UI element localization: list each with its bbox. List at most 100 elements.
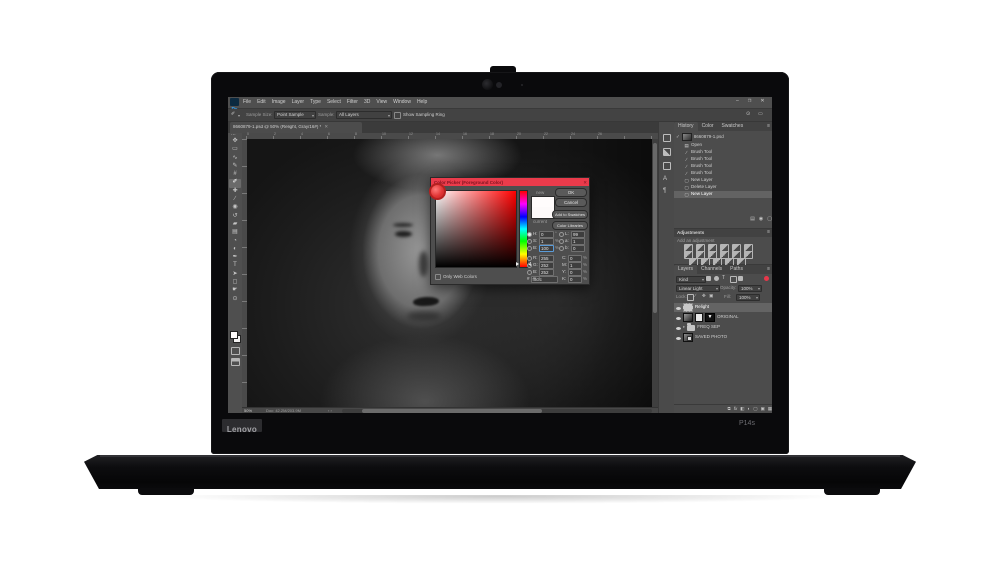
spot-healing-tool[interactable]: ✚ bbox=[232, 188, 237, 196]
only-web-colors-checkbox[interactable] bbox=[435, 274, 441, 280]
move-tool[interactable]: ✥ bbox=[232, 138, 237, 146]
document-tab[interactable]: 8660879-1.psd @ 50% (Relight, Gray/16#) … bbox=[230, 122, 362, 133]
blend-mode-dropdown[interactable]: Linear Light ▾ bbox=[676, 285, 720, 292]
tab-color[interactable]: Color bbox=[698, 122, 718, 131]
quick-selection-tool[interactable]: ✎ bbox=[232, 163, 237, 171]
delete-layer-icon[interactable]: ▦ bbox=[768, 407, 772, 412]
zoom-level[interactable]: 50% bbox=[244, 409, 252, 413]
dialog-close-icon[interactable]: ✕ bbox=[583, 180, 587, 186]
lock-pixels-icon[interactable]: ∕ bbox=[695, 294, 696, 299]
layer-row-original[interactable]: ▼ ORIGINAL bbox=[674, 313, 772, 322]
r-field[interactable]: 255 bbox=[539, 255, 554, 262]
cancel-button[interactable]: Cancel bbox=[555, 198, 587, 207]
new-adjustment-layer-icon[interactable]: ◐ bbox=[747, 407, 750, 412]
gradient-tool[interactable]: ▤ bbox=[232, 229, 238, 237]
layer-effects-icon[interactable]: fx bbox=[734, 407, 738, 412]
radio-s[interactable] bbox=[527, 239, 532, 244]
tab-swatches[interactable]: Swatches bbox=[718, 122, 748, 131]
tab-layers[interactable]: Layers bbox=[674, 265, 697, 274]
zoom-tool[interactable]: ⊙ bbox=[232, 296, 237, 304]
brush-tool[interactable]: ∕ bbox=[234, 196, 235, 204]
history-state-delete-layer[interactable]: ▢ Delete Layer bbox=[674, 184, 772, 191]
close-button[interactable]: ✕ bbox=[760, 99, 764, 104]
vertical-scrollbar-thumb[interactable] bbox=[653, 143, 657, 313]
k-field[interactable]: 0 bbox=[568, 276, 582, 283]
a-field[interactable]: 1 bbox=[571, 238, 585, 245]
hue-slider-marker-left[interactable] bbox=[516, 262, 519, 266]
menu-item-layer[interactable]: Layer bbox=[292, 100, 305, 105]
hex-field[interactable]: fffcfc bbox=[531, 276, 558, 283]
dock-paragraph-icon[interactable]: ¶ bbox=[663, 188, 666, 194]
filter-adjustment-layers-icon[interactable] bbox=[714, 276, 719, 281]
menu-item-view[interactable]: View bbox=[376, 100, 387, 105]
quick-mask-icon[interactable] bbox=[231, 347, 240, 355]
filter-type-layers-icon[interactable]: T bbox=[722, 276, 725, 281]
dock-info-icon[interactable] bbox=[663, 148, 671, 156]
type-tool[interactable]: T bbox=[233, 262, 237, 270]
group-expander-icon[interactable]: ▸ bbox=[683, 325, 685, 330]
menu-item-help[interactable]: Help bbox=[417, 100, 427, 105]
radio-b2[interactable] bbox=[527, 270, 532, 275]
sample-size-dropdown[interactable]: Point Sample ▾ bbox=[274, 111, 316, 119]
delete-state-icon[interactable]: ▢ bbox=[767, 217, 772, 222]
dock-brush-settings-icon[interactable] bbox=[663, 162, 671, 170]
blur-tool[interactable]: ◔ bbox=[233, 238, 237, 246]
menu-item-type[interactable]: Type bbox=[310, 100, 321, 105]
filter-pixel-layers-icon[interactable] bbox=[706, 276, 711, 281]
layer-row-saved-photo[interactable]: SAVED PHOTO bbox=[674, 333, 772, 342]
history-state-brush2[interactable]: ∕ Brush Tool bbox=[674, 156, 772, 163]
show-sampling-ring-checkbox[interactable]: ✓ bbox=[394, 112, 401, 119]
menu-item-select[interactable]: Select bbox=[327, 100, 341, 105]
c-field[interactable]: 0 bbox=[568, 255, 582, 262]
pen-tool[interactable]: ✒ bbox=[232, 254, 237, 262]
rectangle-shape-tool[interactable]: ◻ bbox=[233, 279, 238, 287]
visibility-eye-icon[interactable] bbox=[676, 337, 681, 340]
radio-a[interactable] bbox=[559, 239, 564, 244]
lock-position-icon[interactable]: ✥ bbox=[702, 294, 706, 299]
opacity-dropdown[interactable]: 100% ▾ bbox=[738, 285, 762, 292]
horizontal-scrollbar[interactable] bbox=[342, 409, 652, 413]
add-layer-mask-icon[interactable]: ◧ bbox=[740, 407, 744, 412]
s-field[interactable]: 1 bbox=[539, 238, 554, 245]
menu-item-window[interactable]: Window bbox=[393, 100, 411, 105]
menu-item-file[interactable]: File bbox=[243, 100, 251, 105]
menu-item-filter[interactable]: Filter bbox=[347, 100, 358, 105]
screen-mode-icon[interactable] bbox=[231, 358, 240, 366]
link-layers-icon[interactable]: ⧉ bbox=[727, 407, 730, 412]
lab-b-field[interactable]: 0 bbox=[571, 245, 585, 252]
horizontal-scrollbar-thumb[interactable] bbox=[362, 409, 542, 413]
history-brush-source-icon[interactable]: ✓ bbox=[676, 135, 680, 140]
radio-h[interactable] bbox=[527, 232, 532, 237]
menu-item-image[interactable]: Image bbox=[272, 100, 286, 105]
dock-navigator-icon[interactable] bbox=[663, 134, 671, 142]
menu-item-edit[interactable]: Edit bbox=[257, 100, 266, 105]
history-state-brush4[interactable]: ∕ Brush Tool bbox=[674, 170, 772, 177]
panel-menu-icon[interactable]: ≡ bbox=[767, 124, 770, 129]
visibility-eye-icon[interactable] bbox=[676, 307, 681, 310]
tab-channels[interactable]: Channels bbox=[697, 265, 726, 274]
menu-item-3d[interactable]: 3D bbox=[364, 100, 370, 105]
lasso-tool[interactable]: ∿ bbox=[232, 155, 237, 163]
radio-l[interactable] bbox=[559, 232, 564, 237]
history-state-open[interactable]: ▤ Open bbox=[674, 142, 772, 149]
dock-character-icon[interactable]: A bbox=[663, 176, 667, 182]
panel-menu-icon[interactable]: ≡ bbox=[767, 230, 770, 235]
panel-menu-icon[interactable]: ≡ bbox=[767, 267, 770, 272]
eraser-tool[interactable]: ▰ bbox=[233, 221, 238, 229]
radio-g[interactable] bbox=[527, 263, 532, 268]
layer-row-freq-sep[interactable]: ▸ FREQ SEP bbox=[674, 323, 772, 332]
l-field[interactable]: 99 bbox=[571, 231, 585, 238]
g-field[interactable]: 252 bbox=[539, 262, 554, 269]
m-field[interactable]: 1 bbox=[568, 262, 582, 269]
workspace-icon[interactable]: ▭ bbox=[758, 112, 763, 117]
tab-paths[interactable]: Paths bbox=[726, 265, 747, 274]
search-icon[interactable]: ⊙ bbox=[746, 112, 750, 117]
lock-all-icon[interactable]: ▣ bbox=[709, 294, 713, 299]
restore-button[interactable]: ❐ bbox=[748, 99, 752, 104]
history-snapshot-row[interactable]: ✓ 8660879-1.psd bbox=[674, 133, 772, 141]
visibility-eye-icon[interactable] bbox=[676, 327, 681, 330]
history-brush-tool[interactable]: ↺ bbox=[232, 213, 237, 221]
color-libraries-button[interactable]: Color Libraries bbox=[552, 221, 588, 230]
minimize-button[interactable]: – bbox=[736, 99, 739, 104]
filter-smart-objects-icon[interactable] bbox=[738, 276, 743, 281]
